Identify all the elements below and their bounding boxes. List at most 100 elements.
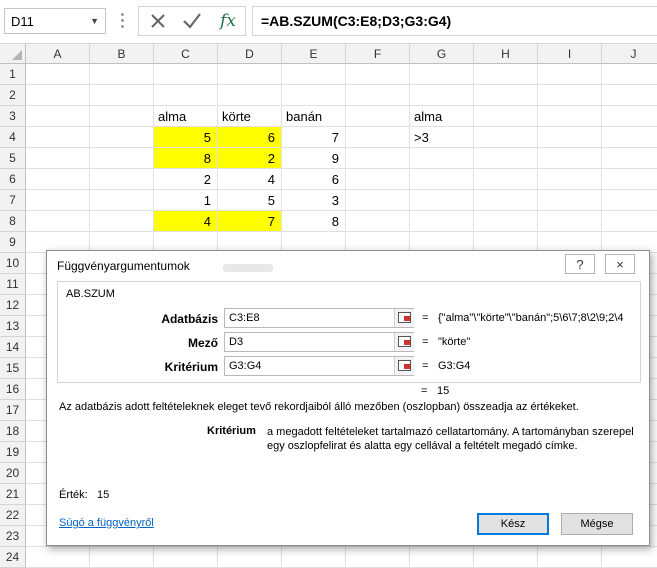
cell-j2[interactable]	[602, 85, 657, 106]
insert-function-icon[interactable]: fx	[211, 7, 245, 35]
cell-g24[interactable]	[410, 547, 474, 568]
cell-h7[interactable]	[474, 190, 538, 211]
cell-i4[interactable]	[538, 127, 602, 148]
range-select-icon[interactable]	[394, 357, 414, 375]
cell-g4[interactable]: >3	[410, 127, 474, 148]
cell-d8[interactable]: 7	[218, 211, 282, 232]
column-header-f[interactable]: F	[346, 44, 410, 64]
row-header-3[interactable]: 3	[0, 106, 26, 127]
row-header-19[interactable]: 19	[0, 442, 26, 463]
column-header-e[interactable]: E	[282, 44, 346, 64]
row-header-10[interactable]: 10	[0, 253, 26, 274]
cell-c6[interactable]: 2	[154, 169, 218, 190]
cell-c1[interactable]	[154, 64, 218, 85]
criteria-input[interactable]: G3:G4	[224, 356, 414, 376]
database-input[interactable]: C3:E8	[224, 308, 414, 328]
cell-h5[interactable]	[474, 148, 538, 169]
cell-h24[interactable]	[474, 547, 538, 568]
cell-f4[interactable]	[346, 127, 410, 148]
row-header-24[interactable]: 24	[0, 547, 26, 568]
cell-d1[interactable]	[218, 64, 282, 85]
cell-b3[interactable]	[90, 106, 154, 127]
row-header-18[interactable]: 18	[0, 421, 26, 442]
row-header-6[interactable]: 6	[0, 169, 26, 190]
cancel-icon[interactable]	[141, 7, 175, 35]
cell-e2[interactable]	[282, 85, 346, 106]
row-header-15[interactable]: 15	[0, 358, 26, 379]
row-header-1[interactable]: 1	[0, 64, 26, 85]
cell-h8[interactable]	[474, 211, 538, 232]
cell-g3[interactable]: alma	[410, 106, 474, 127]
row-header-16[interactable]: 16	[0, 379, 26, 400]
cell-f1[interactable]	[346, 64, 410, 85]
column-header-i[interactable]: I	[538, 44, 602, 64]
cell-i24[interactable]	[538, 547, 602, 568]
cell-c8[interactable]: 4	[154, 211, 218, 232]
cell-j3[interactable]	[602, 106, 657, 127]
cell-e7[interactable]: 3	[282, 190, 346, 211]
cell-g8[interactable]	[410, 211, 474, 232]
cell-c2[interactable]	[154, 85, 218, 106]
row-header-2[interactable]: 2	[0, 85, 26, 106]
cell-b24[interactable]	[90, 547, 154, 568]
cell-b6[interactable]	[90, 169, 154, 190]
row-header-7[interactable]: 7	[0, 190, 26, 211]
row-header-5[interactable]: 5	[0, 148, 26, 169]
column-header-j[interactable]: J	[602, 44, 657, 64]
column-header-d[interactable]: D	[218, 44, 282, 64]
help-button[interactable]: ?	[565, 254, 595, 274]
cell-a7[interactable]	[26, 190, 90, 211]
cell-d2[interactable]	[218, 85, 282, 106]
cell-h6[interactable]	[474, 169, 538, 190]
cell-h4[interactable]	[474, 127, 538, 148]
formula-input[interactable]: =AB.SZUM(C3:E8;D3;G3:G4)	[252, 6, 657, 36]
cell-j8[interactable]	[602, 211, 657, 232]
cell-e8[interactable]: 8	[282, 211, 346, 232]
cell-e24[interactable]	[282, 547, 346, 568]
cell-d3[interactable]: körte	[218, 106, 282, 127]
cell-a24[interactable]	[26, 547, 90, 568]
cell-c24[interactable]	[154, 547, 218, 568]
cell-j24[interactable]	[602, 547, 657, 568]
cell-h1[interactable]	[474, 64, 538, 85]
row-header-13[interactable]: 13	[0, 316, 26, 337]
cell-d24[interactable]	[218, 547, 282, 568]
cell-i3[interactable]	[538, 106, 602, 127]
column-header-a[interactable]: A	[26, 44, 90, 64]
cell-i5[interactable]	[538, 148, 602, 169]
cell-a5[interactable]	[26, 148, 90, 169]
cell-b7[interactable]	[90, 190, 154, 211]
row-header-20[interactable]: 20	[0, 463, 26, 484]
formula-bar-grip[interactable]	[112, 10, 132, 32]
cell-g7[interactable]	[410, 190, 474, 211]
column-header-h[interactable]: H	[474, 44, 538, 64]
cell-b4[interactable]	[90, 127, 154, 148]
row-header-12[interactable]: 12	[0, 295, 26, 316]
cell-f2[interactable]	[346, 85, 410, 106]
cell-a1[interactable]	[26, 64, 90, 85]
cell-g1[interactable]	[410, 64, 474, 85]
cell-a4[interactable]	[26, 127, 90, 148]
cell-c7[interactable]: 1	[154, 190, 218, 211]
cell-j4[interactable]	[602, 127, 657, 148]
cell-j1[interactable]	[602, 64, 657, 85]
cell-f3[interactable]	[346, 106, 410, 127]
cell-a2[interactable]	[26, 85, 90, 106]
row-header-17[interactable]: 17	[0, 400, 26, 421]
row-header-23[interactable]: 23	[0, 526, 26, 547]
cell-i8[interactable]	[538, 211, 602, 232]
cell-b5[interactable]	[90, 148, 154, 169]
cell-b8[interactable]	[90, 211, 154, 232]
row-header-11[interactable]: 11	[0, 274, 26, 295]
column-header-b[interactable]: B	[90, 44, 154, 64]
cell-i1[interactable]	[538, 64, 602, 85]
cell-j5[interactable]	[602, 148, 657, 169]
cell-f7[interactable]	[346, 190, 410, 211]
cell-f8[interactable]	[346, 211, 410, 232]
cell-e3[interactable]: banán	[282, 106, 346, 127]
cell-h2[interactable]	[474, 85, 538, 106]
cell-a3[interactable]	[26, 106, 90, 127]
select-all-button[interactable]	[0, 44, 26, 64]
close-button[interactable]: ×	[605, 254, 635, 274]
cell-f24[interactable]	[346, 547, 410, 568]
